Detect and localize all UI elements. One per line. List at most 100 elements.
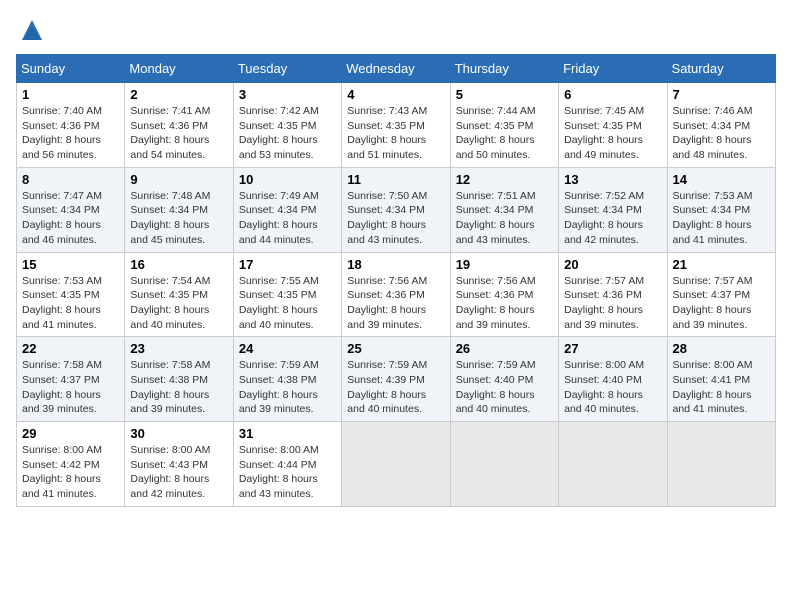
day-number: 22 [22,341,119,356]
logo [16,16,46,44]
calendar-cell: 9 Sunrise: 7:48 AMSunset: 4:34 PMDayligh… [125,167,233,252]
day-number: 4 [347,87,444,102]
calendar-cell [559,422,667,507]
calendar-cell: 20 Sunrise: 7:57 AMSunset: 4:36 PMDaylig… [559,252,667,337]
day-number: 8 [22,172,119,187]
weekday-header: Sunday [17,55,125,83]
day-number: 19 [456,257,553,272]
cell-info: Sunrise: 7:50 AMSunset: 4:34 PMDaylight:… [347,190,427,246]
day-number: 10 [239,172,336,187]
day-number: 15 [22,257,119,272]
calendar-cell: 24 Sunrise: 7:59 AMSunset: 4:38 PMDaylig… [233,337,341,422]
calendar-cell: 19 Sunrise: 7:56 AMSunset: 4:36 PMDaylig… [450,252,558,337]
calendar-cell: 17 Sunrise: 7:55 AMSunset: 4:35 PMDaylig… [233,252,341,337]
calendar-cell: 31 Sunrise: 8:00 AMSunset: 4:44 PMDaylig… [233,422,341,507]
calendar-cell: 8 Sunrise: 7:47 AMSunset: 4:34 PMDayligh… [17,167,125,252]
cell-info: Sunrise: 7:48 AMSunset: 4:34 PMDaylight:… [130,190,210,246]
day-number: 5 [456,87,553,102]
cell-info: Sunrise: 7:51 AMSunset: 4:34 PMDaylight:… [456,190,536,246]
calendar-cell: 3 Sunrise: 7:42 AMSunset: 4:35 PMDayligh… [233,83,341,168]
day-number: 1 [22,87,119,102]
cell-info: Sunrise: 7:56 AMSunset: 4:36 PMDaylight:… [347,275,427,331]
cell-info: Sunrise: 7:45 AMSunset: 4:35 PMDaylight:… [564,105,644,161]
calendar-cell: 11 Sunrise: 7:50 AMSunset: 4:34 PMDaylig… [342,167,450,252]
calendar-week-row: 22 Sunrise: 7:58 AMSunset: 4:37 PMDaylig… [17,337,776,422]
cell-info: Sunrise: 7:53 AMSunset: 4:34 PMDaylight:… [673,190,753,246]
calendar-cell [342,422,450,507]
cell-info: Sunrise: 8:00 AMSunset: 4:42 PMDaylight:… [22,444,102,500]
cell-info: Sunrise: 8:00 AMSunset: 4:40 PMDaylight:… [564,359,644,415]
calendar-cell [450,422,558,507]
calendar-cell: 29 Sunrise: 8:00 AMSunset: 4:42 PMDaylig… [17,422,125,507]
day-number: 9 [130,172,227,187]
cell-info: Sunrise: 7:47 AMSunset: 4:34 PMDaylight:… [22,190,102,246]
day-number: 25 [347,341,444,356]
calendar-cell: 7 Sunrise: 7:46 AMSunset: 4:34 PMDayligh… [667,83,775,168]
day-number: 18 [347,257,444,272]
cell-info: Sunrise: 7:46 AMSunset: 4:34 PMDaylight:… [673,105,753,161]
day-number: 23 [130,341,227,356]
day-number: 16 [130,257,227,272]
weekday-header: Saturday [667,55,775,83]
calendar-week-row: 8 Sunrise: 7:47 AMSunset: 4:34 PMDayligh… [17,167,776,252]
day-number: 31 [239,426,336,441]
day-number: 30 [130,426,227,441]
cell-info: Sunrise: 7:49 AMSunset: 4:34 PMDaylight:… [239,190,319,246]
calendar-cell [667,422,775,507]
calendar-header-row: SundayMondayTuesdayWednesdayThursdayFrid… [17,55,776,83]
cell-info: Sunrise: 7:53 AMSunset: 4:35 PMDaylight:… [22,275,102,331]
weekday-header: Wednesday [342,55,450,83]
weekday-header: Friday [559,55,667,83]
day-number: 2 [130,87,227,102]
cell-info: Sunrise: 7:58 AMSunset: 4:37 PMDaylight:… [22,359,102,415]
calendar-cell: 22 Sunrise: 7:58 AMSunset: 4:37 PMDaylig… [17,337,125,422]
calendar-cell: 4 Sunrise: 7:43 AMSunset: 4:35 PMDayligh… [342,83,450,168]
day-number: 28 [673,341,770,356]
cell-info: Sunrise: 7:59 AMSunset: 4:39 PMDaylight:… [347,359,427,415]
cell-info: Sunrise: 7:58 AMSunset: 4:38 PMDaylight:… [130,359,210,415]
calendar-cell: 5 Sunrise: 7:44 AMSunset: 4:35 PMDayligh… [450,83,558,168]
day-number: 21 [673,257,770,272]
calendar-cell: 26 Sunrise: 7:59 AMSunset: 4:40 PMDaylig… [450,337,558,422]
day-number: 11 [347,172,444,187]
calendar-cell: 12 Sunrise: 7:51 AMSunset: 4:34 PMDaylig… [450,167,558,252]
cell-info: Sunrise: 7:40 AMSunset: 4:36 PMDaylight:… [22,105,102,161]
calendar-cell: 25 Sunrise: 7:59 AMSunset: 4:39 PMDaylig… [342,337,450,422]
weekday-header: Tuesday [233,55,341,83]
calendar-cell: 27 Sunrise: 8:00 AMSunset: 4:40 PMDaylig… [559,337,667,422]
cell-info: Sunrise: 7:41 AMSunset: 4:36 PMDaylight:… [130,105,210,161]
cell-info: Sunrise: 7:43 AMSunset: 4:35 PMDaylight:… [347,105,427,161]
cell-info: Sunrise: 7:52 AMSunset: 4:34 PMDaylight:… [564,190,644,246]
calendar-cell: 2 Sunrise: 7:41 AMSunset: 4:36 PMDayligh… [125,83,233,168]
day-number: 26 [456,341,553,356]
cell-info: Sunrise: 7:54 AMSunset: 4:35 PMDaylight:… [130,275,210,331]
calendar-cell: 14 Sunrise: 7:53 AMSunset: 4:34 PMDaylig… [667,167,775,252]
day-number: 27 [564,341,661,356]
weekday-header: Thursday [450,55,558,83]
calendar-cell: 6 Sunrise: 7:45 AMSunset: 4:35 PMDayligh… [559,83,667,168]
calendar-cell: 28 Sunrise: 8:00 AMSunset: 4:41 PMDaylig… [667,337,775,422]
day-number: 17 [239,257,336,272]
day-number: 12 [456,172,553,187]
calendar-cell: 18 Sunrise: 7:56 AMSunset: 4:36 PMDaylig… [342,252,450,337]
cell-info: Sunrise: 7:56 AMSunset: 4:36 PMDaylight:… [456,275,536,331]
calendar-cell: 10 Sunrise: 7:49 AMSunset: 4:34 PMDaylig… [233,167,341,252]
day-number: 6 [564,87,661,102]
cell-info: Sunrise: 7:59 AMSunset: 4:40 PMDaylight:… [456,359,536,415]
day-number: 7 [673,87,770,102]
calendar-cell: 15 Sunrise: 7:53 AMSunset: 4:35 PMDaylig… [17,252,125,337]
day-number: 3 [239,87,336,102]
day-number: 20 [564,257,661,272]
day-number: 24 [239,341,336,356]
cell-info: Sunrise: 8:00 AMSunset: 4:41 PMDaylight:… [673,359,753,415]
cell-info: Sunrise: 7:59 AMSunset: 4:38 PMDaylight:… [239,359,319,415]
cell-info: Sunrise: 7:55 AMSunset: 4:35 PMDaylight:… [239,275,319,331]
cell-info: Sunrise: 7:42 AMSunset: 4:35 PMDaylight:… [239,105,319,161]
calendar-week-row: 15 Sunrise: 7:53 AMSunset: 4:35 PMDaylig… [17,252,776,337]
calendar-cell: 13 Sunrise: 7:52 AMSunset: 4:34 PMDaylig… [559,167,667,252]
day-number: 13 [564,172,661,187]
calendar-cell: 23 Sunrise: 7:58 AMSunset: 4:38 PMDaylig… [125,337,233,422]
cell-info: Sunrise: 7:57 AMSunset: 4:37 PMDaylight:… [673,275,753,331]
calendar-cell: 21 Sunrise: 7:57 AMSunset: 4:37 PMDaylig… [667,252,775,337]
calendar-table: SundayMondayTuesdayWednesdayThursdayFrid… [16,54,776,507]
